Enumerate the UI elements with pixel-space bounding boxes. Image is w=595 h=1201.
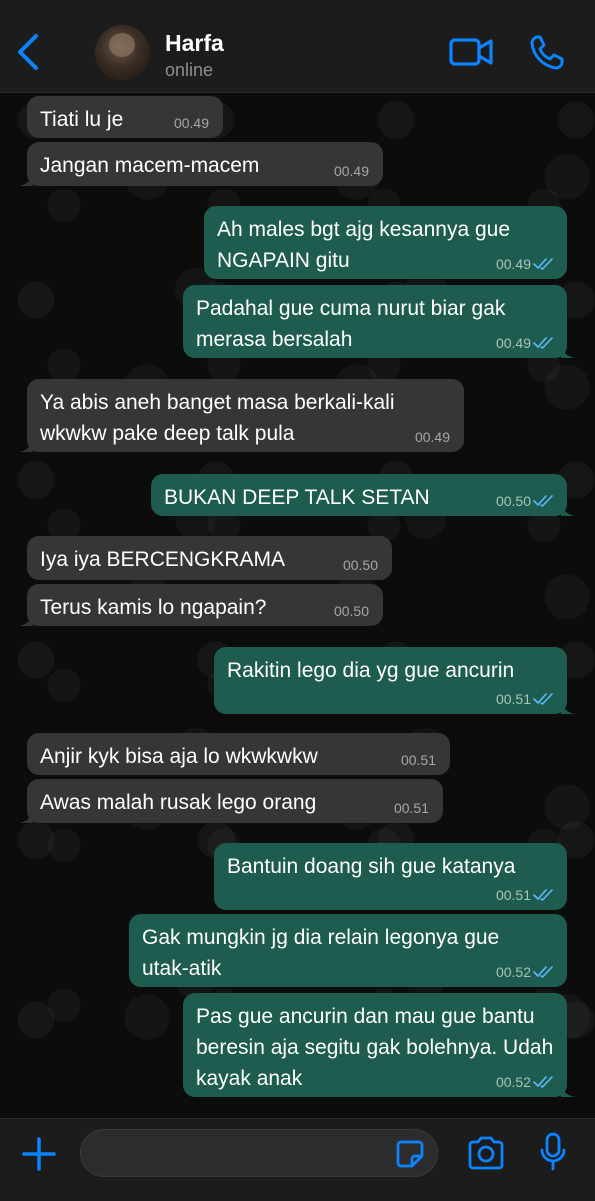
contact-name[interactable]: Harfa	[165, 30, 224, 57]
message-time: 00.50	[342, 557, 378, 573]
bubble-tail	[561, 698, 575, 714]
incoming-message[interactable]: Ya abis aneh banget masa berkali-kali wk…	[27, 379, 464, 452]
read-receipt-icon	[533, 337, 553, 350]
incoming-message[interactable]: Awas malah rusak lego orang 00.51	[27, 779, 443, 823]
outgoing-message[interactable]: Rakitin lego dia yg gue ancurin 00.51	[214, 647, 567, 714]
message-time: 00.52	[495, 964, 531, 980]
message-text: Tiati lu je	[40, 108, 124, 131]
chat-header: Harfa online	[0, 0, 595, 93]
message-text: Awas malah rusak lego orang	[40, 791, 317, 814]
message-text: Rakitin lego dia yg gue ancurin	[227, 659, 515, 682]
message-time: 00.49	[173, 115, 209, 131]
message-text: Anjir kyk bisa aja lo wkwkwkw	[40, 745, 318, 768]
message-text: Jangan macem-macem	[40, 154, 260, 177]
contact-status: online	[165, 60, 214, 80]
incoming-message[interactable]: Terus kamis lo ngapain? 00.50	[27, 584, 383, 626]
message-time: 00.51	[400, 752, 436, 768]
microphone-icon[interactable]	[538, 1131, 568, 1173]
message-input[interactable]	[80, 1129, 438, 1177]
avatar[interactable]	[95, 25, 150, 80]
outgoing-message[interactable]: Bantuin doang sih gue katanya 00.51	[214, 843, 567, 910]
plus-icon[interactable]	[18, 1133, 60, 1175]
incoming-message[interactable]: Iya iya BERCENGKRAMA 00.50	[27, 536, 392, 580]
outgoing-message[interactable]: BUKAN DEEP TALK SETAN 00.50	[151, 474, 567, 516]
bubble-tail	[19, 610, 33, 626]
message-time: 00.50	[333, 603, 369, 619]
message-time: 00.49	[495, 335, 531, 351]
bubble-tail	[19, 170, 33, 186]
message-time: 00.49	[414, 429, 450, 445]
incoming-message[interactable]: Anjir kyk bisa aja lo wkwkwkw 00.51	[27, 733, 450, 775]
message-time: 00.50	[495, 493, 531, 509]
message-time: 00.49	[495, 256, 531, 272]
message-time: 00.51	[495, 691, 531, 707]
message-time: 00.51	[495, 887, 531, 903]
outgoing-message[interactable]: Pas gue ancurin dan mau gue bantu beresi…	[183, 993, 567, 1097]
bubble-tail	[19, 807, 33, 823]
read-receipt-icon	[533, 258, 553, 271]
message-time: 00.51	[393, 800, 429, 816]
read-receipt-icon	[533, 966, 553, 979]
sticker-icon[interactable]	[395, 1139, 425, 1169]
bubble-tail	[561, 342, 575, 358]
bubble-tail	[561, 500, 575, 516]
message-text: Iya iya BERCENGKRAMA	[40, 548, 286, 571]
read-receipt-icon	[533, 693, 553, 706]
incoming-message[interactable]: Tiati lu je 00.49	[27, 96, 223, 138]
read-receipt-icon	[533, 495, 553, 508]
outgoing-message[interactable]: Ah males bgt ajg kesannya gue NGAPAIN gi…	[204, 206, 567, 279]
read-receipt-icon	[533, 889, 553, 902]
message-text: Gak mungkin jg dia relain legonya gue ut…	[142, 926, 500, 980]
bubble-tail	[561, 1081, 575, 1097]
read-receipt-icon	[533, 1076, 553, 1089]
message-time: 00.52	[495, 1074, 531, 1090]
message-text: Ya abis aneh banget masa berkali-kali wk…	[40, 391, 395, 445]
camera-icon[interactable]	[466, 1135, 506, 1171]
video-camera-icon[interactable]	[448, 30, 494, 74]
message-time: 00.49	[333, 163, 369, 179]
bubble-tail	[19, 436, 33, 452]
chevron-left-icon[interactable]	[8, 28, 48, 76]
message-text: BUKAN DEEP TALK SETAN	[164, 486, 430, 509]
message-text: Bantuin doang sih gue katanya	[227, 855, 516, 878]
message-text: Ah males bgt ajg kesannya gue NGAPAIN gi…	[217, 218, 511, 272]
message-text: Padahal gue cuma nurut biar gak merasa b…	[196, 297, 506, 351]
outgoing-message[interactable]: Padahal gue cuma nurut biar gak merasa b…	[183, 285, 567, 358]
outgoing-message[interactable]: Gak mungkin jg dia relain legonya gue ut…	[129, 914, 567, 987]
incoming-message[interactable]: Jangan macem-macem 00.49	[27, 142, 383, 186]
composer-bar	[0, 1118, 595, 1201]
message-text: Terus kamis lo ngapain?	[40, 596, 267, 619]
phone-icon[interactable]	[528, 30, 566, 74]
